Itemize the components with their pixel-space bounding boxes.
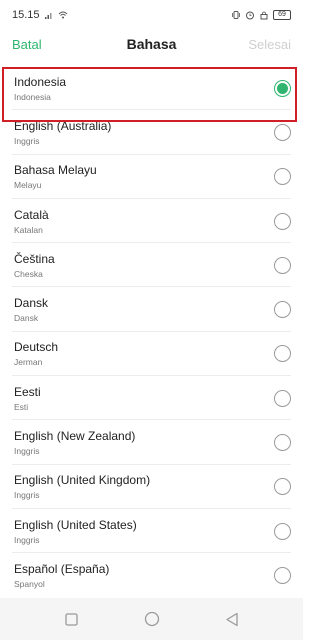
language-localized-name: Inggris: [14, 490, 40, 501]
language-localized-name: Indonesia: [14, 91, 51, 102]
status-left: 15.15: [12, 9, 68, 21]
back-triangle-icon[interactable]: [224, 611, 240, 627]
radio-unselected-icon[interactable]: [274, 212, 291, 230]
language-name: Bahasa Melayu: [14, 163, 97, 178]
battery-icon: 69: [273, 10, 291, 20]
language-name: Català: [14, 207, 49, 222]
language-name: Dansk: [14, 296, 49, 311]
language-name: English (New Zealand): [14, 429, 136, 444]
radio-unselected-icon[interactable]: [274, 389, 291, 407]
status-bar: 15.15 69: [0, 0, 303, 30]
language-item-english-united-kingdom[interactable]: English (United Kingdom) Inggris: [0, 465, 303, 510]
language-name: English (Australia): [14, 118, 112, 133]
language-item-deutsch[interactable]: Deutsch Jerman: [0, 332, 303, 377]
cancel-button[interactable]: Batal: [12, 37, 42, 52]
language-localized-name: Dansk: [14, 313, 39, 324]
language-item-english-new-zealand[interactable]: English (New Zealand) Inggris: [0, 420, 303, 465]
done-button[interactable]: Selesai: [248, 37, 291, 52]
radio-unselected-icon[interactable]: [274, 301, 291, 319]
language-name: English (United Kingdom): [14, 473, 151, 488]
radio-unselected-icon[interactable]: [274, 478, 291, 496]
language-localized-name: Inggris: [14, 534, 40, 545]
language-name: English (United States): [14, 517, 137, 532]
language-localized-name: Inggris: [14, 135, 40, 146]
system-nav-bar: [0, 598, 303, 640]
radio-unselected-icon[interactable]: [274, 345, 291, 363]
language-localized-name: Esti: [14, 401, 29, 412]
status-time: 15.15: [12, 9, 40, 21]
language-item-catala[interactable]: Català Katalan: [0, 199, 303, 244]
alarm-icon: [246, 11, 254, 20]
language-name: Eesti: [14, 384, 41, 399]
language-localized-name: Cheska: [14, 268, 43, 279]
signal-icon: [44, 13, 52, 19]
language-item-english-united-states[interactable]: English (United States) Inggris: [0, 509, 303, 554]
language-item-bahasa-melayu[interactable]: Bahasa Melayu Melayu: [0, 155, 303, 200]
language-item-dansk[interactable]: Dansk Dansk: [0, 287, 303, 333]
radio-unselected-icon[interactable]: [274, 256, 291, 274]
recents-square-icon[interactable]: [64, 611, 80, 627]
radio-unselected-icon[interactable]: [274, 566, 291, 584]
radio-selected-icon[interactable]: [274, 79, 291, 97]
lock-icon: [260, 11, 268, 20]
language-localized-name: Katalan: [14, 224, 43, 235]
language-item-eesti[interactable]: Eesti Esti: [0, 376, 303, 421]
status-right: 69: [231, 10, 291, 20]
language-name: Čeština: [14, 251, 55, 266]
language-localized-name: Melayu: [14, 180, 42, 191]
vibrate-icon: [232, 11, 240, 19]
language-item-espanol-espana[interactable]: Español (España) Spanyol: [0, 553, 303, 597]
radio-unselected-icon[interactable]: [274, 522, 291, 540]
home-circle-icon[interactable]: [144, 611, 160, 627]
app-header: Batal Bahasa Selesai: [0, 28, 303, 60]
language-name: Español (España): [14, 561, 110, 576]
language-list: Indonesia Indonesia English (Australia) …: [0, 66, 303, 598]
language-localized-name: Spanyol: [14, 578, 45, 589]
language-item-cestina[interactable]: Čeština Cheska: [0, 243, 303, 288]
wifi-icon: [58, 11, 67, 19]
radio-unselected-icon[interactable]: [274, 123, 291, 141]
language-localized-name: Inggris: [14, 446, 40, 457]
language-name: Indonesia: [14, 74, 67, 89]
language-localized-name: Jerman: [14, 357, 43, 368]
language-item-indonesia[interactable]: Indonesia Indonesia: [0, 66, 303, 111]
language-item-english-australia[interactable]: English (Australia) Inggris: [0, 110, 303, 155]
radio-unselected-icon[interactable]: [274, 168, 291, 186]
language-name: Deutsch: [14, 340, 59, 355]
radio-unselected-icon[interactable]: [274, 434, 291, 452]
